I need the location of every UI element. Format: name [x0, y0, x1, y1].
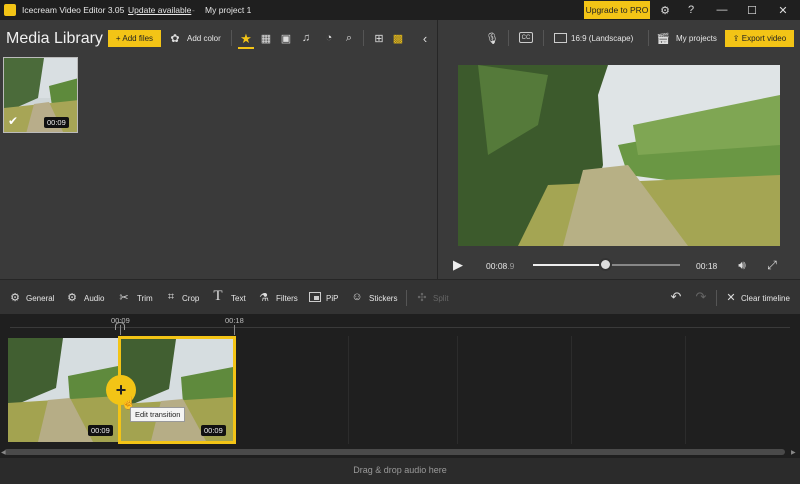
collapse-panel-chevron-icon[interactable]: ‹ [419, 31, 431, 46]
export-label: Export video [741, 34, 787, 43]
clip-1-duration: 00:09 [88, 425, 113, 436]
clear-x-icon[interactable]: ✕ [725, 290, 737, 304]
toolbar-separator-4 [543, 30, 544, 46]
trim-button[interactable]: Trim [137, 294, 153, 303]
toolbar-separator-3 [508, 30, 509, 46]
ruler-line [10, 327, 790, 328]
toolbar-separator-5 [648, 30, 649, 46]
current-time-main: 00:08 [486, 261, 508, 271]
projects-film-icon[interactable]: 🎬︎ [656, 31, 670, 45]
add-files-button[interactable]: + Add files [108, 30, 161, 47]
split-icon[interactable]: ✣ [415, 290, 429, 304]
progress-knob[interactable] [598, 258, 612, 271]
color-filter-icon[interactable]: ◔ [322, 31, 336, 45]
text-tool-icon[interactable]: T [211, 288, 225, 304]
audio-drop-label: Drag & drop audio here [353, 465, 447, 475]
playhead-marker-icon[interactable] [115, 322, 125, 330]
filters-button[interactable]: Filters [276, 294, 298, 303]
app-logo-icon [4, 4, 16, 16]
upgrade-pro-button[interactable]: Upgrade to PRO [584, 1, 650, 19]
video-preview[interactable] [458, 65, 780, 246]
add-color-button[interactable]: Add color [187, 34, 221, 43]
pip-icon[interactable] [309, 292, 321, 302]
crop-button[interactable]: Crop [182, 294, 199, 303]
media-library-title: Media Library [6, 30, 103, 47]
small-grid-icon[interactable]: ▩ [391, 31, 405, 45]
title-separator: - [116, 5, 119, 15]
split-button[interactable]: Split [433, 294, 449, 303]
audio-gear-icon[interactable]: ⚙ [65, 290, 79, 304]
my-projects-button[interactable]: My projects [676, 34, 717, 43]
favorites-star-icon[interactable]: ★ [238, 30, 254, 47]
toolbar-separator [231, 30, 232, 46]
crop-icon[interactable]: ⌗ [164, 290, 178, 304]
pip-button[interactable]: PiP [326, 294, 338, 303]
export-video-button[interactable]: ⇪ Export video [725, 30, 794, 47]
update-link[interactable]: Update available [128, 5, 191, 15]
play-icon[interactable]: ▶ [451, 257, 465, 273]
project-name: My project 1 [205, 5, 252, 15]
close-icon[interactable]: ✕ [775, 2, 791, 18]
video-frame [458, 65, 780, 246]
general-gear-icon[interactable]: ⚙ [8, 290, 22, 304]
active-filter-underline [238, 47, 254, 49]
audio-button[interactable]: Audio [84, 294, 104, 303]
panel-divider[interactable] [437, 20, 438, 279]
image-filter-icon[interactable]: ▣ [279, 31, 293, 45]
current-time-fraction: .9 [507, 261, 515, 271]
microphone-icon[interactable]: 🎙︎ [485, 30, 499, 46]
minimize-icon[interactable]: — [714, 2, 730, 18]
app-title: Icecream Video Editor 3.05 [22, 5, 125, 15]
export-icon: ⇪ [732, 34, 742, 43]
maximize-icon[interactable]: ☐ [744, 2, 760, 18]
ruler-tick-2 [234, 325, 235, 335]
scissors-icon[interactable]: ✂ [117, 290, 131, 304]
stickers-button[interactable]: Stickers [369, 294, 397, 303]
scroll-left-icon[interactable]: ◀ [1, 449, 6, 456]
help-icon[interactable]: ? [683, 2, 699, 18]
redo-icon[interactable]: ↷ [693, 289, 709, 305]
search-icon[interactable]: ⌕ [342, 31, 356, 45]
volume-icon[interactable]: 🔊︎ [733, 257, 751, 273]
undo-icon[interactable]: ↶ [668, 289, 684, 305]
toolbar-separator-6 [406, 290, 407, 306]
ruler-mark-2: 00:18 [225, 316, 244, 325]
current-time: 00:08.9 [486, 261, 514, 271]
progress-fill [533, 264, 606, 266]
aspect-ratio-icon[interactable] [554, 33, 567, 43]
grid-line [571, 336, 572, 444]
edit-transition-tooltip: Edit transition [130, 407, 186, 422]
grid-line [457, 336, 458, 444]
video-filter-icon[interactable]: ▦ [259, 31, 273, 45]
clear-timeline-button[interactable]: Clear timeline [741, 294, 790, 303]
toolbar-separator-7 [716, 290, 717, 306]
palette-icon[interactable]: ✿ [168, 31, 182, 45]
stickers-smiley-icon[interactable]: ☺ [350, 290, 364, 304]
title-separator-2: - [192, 5, 195, 15]
duration-badge: 00:09 [44, 117, 69, 128]
settings-gear-icon[interactable]: ⚙ [657, 2, 673, 18]
general-button[interactable]: General [26, 294, 54, 303]
text-button[interactable]: Text [231, 294, 246, 303]
music-filter-icon[interactable]: ♫ [299, 31, 313, 45]
toolbar-separator-2 [363, 30, 364, 46]
aspect-ratio-selector[interactable]: 16:9 (Landscape) [571, 34, 633, 43]
clip-2-duration: 00:09 [201, 425, 226, 436]
grid-line [348, 336, 349, 444]
scroll-right-icon[interactable]: ▶ [791, 449, 796, 456]
timeline-scrollbar[interactable] [4, 449, 785, 455]
subtitles-cc-icon[interactable]: CC [519, 32, 533, 43]
total-time: 00:18 [696, 261, 718, 271]
large-grid-icon[interactable]: ⊞ [372, 31, 386, 45]
checkmark-icon: ✔ [8, 114, 19, 128]
filters-icon[interactable]: ⚗ [257, 290, 271, 304]
fullscreen-icon[interactable]: ⤢ [764, 257, 780, 273]
grid-line [685, 336, 686, 444]
